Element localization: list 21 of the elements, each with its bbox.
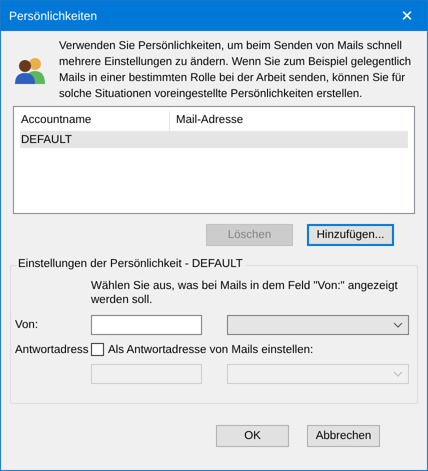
list-row[interactable]: DEFAULT [20, 131, 408, 148]
chevron-down-icon [393, 322, 403, 328]
column-header[interactable]: Mail-Adresse [170, 111, 408, 131]
users-icon [15, 55, 45, 85]
group-title: Einstellungen der Persönlichkeit - DEFAULT [17, 258, 246, 270]
close-button[interactable]: ✕ [387, 1, 427, 31]
window-title: Persönlichkeiten [8, 9, 98, 23]
hint-text: Wählen Sie aus, was bei Mails in dem Feld "Von:" angezeigt werden soll. [91, 279, 399, 307]
checkbox-label: Als Antwortadresse von Mails einstellen: [108, 344, 314, 356]
account-list[interactable]: Accountname Mail-Adresse DEFAULT [13, 106, 415, 214]
checkbox[interactable] [91, 343, 104, 356]
field-label: Von: [15, 319, 40, 331]
cancel-button[interactable]: Abbrechen [307, 425, 380, 447]
description-text: Verwenden Sie Persönlichkeiten, um beim Senden von Mails schnell mehrere Einstellungen zu ändern. Wenn Sie zum Beispiel gelegentlich Mails in einer bestimmten Rolle bei der Arbeit senden, können Sie für solche Situationen voreingestellte Persönlichkeiten erstellen. [59, 39, 412, 102]
field-label: Antwortadress [15, 344, 90, 356]
input-field[interactable] [91, 315, 202, 335]
list-cell: DEFAULT [21, 134, 72, 146]
chevron-down-icon [393, 371, 403, 377]
ok-button[interactable]: OK [216, 425, 289, 447]
add-button[interactable]: Hinzufügen... [307, 224, 394, 246]
dropdown[interactable] [227, 315, 409, 335]
